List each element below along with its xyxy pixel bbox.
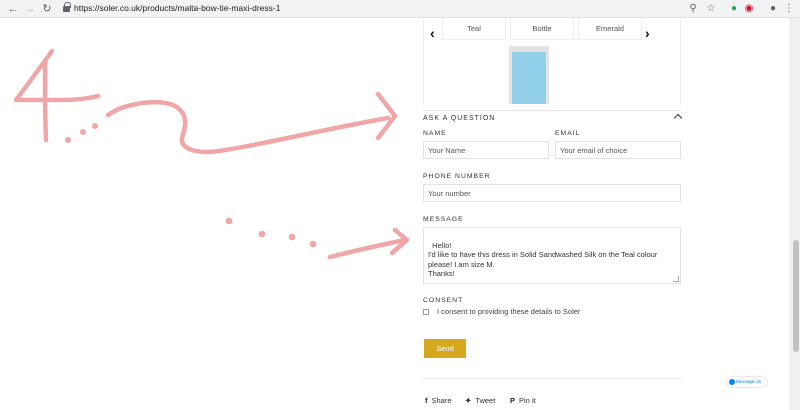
twitter-icon: ✦ bbox=[465, 396, 472, 405]
email-field[interactable] bbox=[555, 141, 681, 159]
message-textarea[interactable]: Hello! I'd like to have this dress in So… bbox=[423, 227, 681, 284]
page-scrollbar[interactable] bbox=[790, 18, 800, 410]
consent-text: I consent to providing these details to … bbox=[437, 307, 581, 316]
menu-icon[interactable]: ⋮ bbox=[782, 2, 796, 16]
name-label: NAME bbox=[423, 130, 447, 137]
share-twitter-link[interactable]: ✦ Tweet bbox=[465, 396, 495, 405]
evernote-extension-icon[interactable]: ● bbox=[727, 2, 741, 16]
lock-icon bbox=[63, 2, 71, 13]
swatch-tab-emerald[interactable]: Emerald bbox=[578, 18, 642, 40]
pin-label: Pin it bbox=[519, 396, 536, 405]
swatch-tab-teal[interactable]: Teal bbox=[442, 18, 506, 40]
colour-carousel: Teal Bottle Emerald ‹ › bbox=[423, 18, 681, 106]
divider bbox=[423, 378, 681, 379]
facebook-icon: f bbox=[425, 396, 428, 405]
chevron-up-icon[interactable] bbox=[673, 113, 683, 123]
tweet-label: Tweet bbox=[475, 396, 496, 405]
scrollbar-thumb[interactable] bbox=[793, 240, 799, 352]
url-text: https://soler.co.uk/products/malta-bow-t… bbox=[74, 3, 281, 13]
reload-icon[interactable]: ↻ bbox=[40, 2, 54, 16]
ask-question-header[interactable]: ASK A QUESTION bbox=[423, 110, 683, 126]
hand-drawn-annotation bbox=[13, 48, 410, 260]
carousel-prev-icon[interactable]: ‹ bbox=[430, 26, 435, 40]
zoom-icon[interactable]: ⚲ bbox=[686, 2, 700, 16]
name-field[interactable] bbox=[423, 141, 549, 159]
consent-label: CONSENT bbox=[423, 297, 464, 304]
share-label: Share bbox=[431, 396, 452, 405]
section-title: ASK A QUESTION bbox=[423, 115, 496, 122]
messenger-label: Message Us bbox=[736, 379, 762, 384]
phone-label: PHONE NUMBER bbox=[423, 173, 491, 180]
carousel-next-icon[interactable]: › bbox=[645, 26, 650, 40]
email-label: EMAIL bbox=[555, 130, 581, 137]
send-button[interactable]: Send bbox=[424, 339, 466, 358]
message-label: MESSAGE bbox=[423, 216, 464, 223]
browser-toolbar: ← → ↻ https://soler.co.uk/products/malta… bbox=[0, 0, 800, 18]
share-facebook-link[interactable]: f Share bbox=[425, 396, 452, 405]
resize-handle-icon[interactable] bbox=[673, 276, 679, 282]
address-bar[interactable]: https://soler.co.uk/products/malta-bow-t… bbox=[58, 2, 721, 16]
share-pinterest-link[interactable]: P Pin it bbox=[510, 396, 536, 405]
fabric-swatch-image[interactable] bbox=[512, 52, 546, 104]
profile-icon[interactable]: ● bbox=[766, 2, 780, 16]
forward-icon[interactable]: → bbox=[23, 2, 37, 16]
consent-checkbox[interactable] bbox=[423, 309, 429, 315]
message-text: Hello! I'd like to have this dress in So… bbox=[428, 240, 658, 279]
back-icon[interactable]: ← bbox=[6, 2, 20, 16]
pinterest-icon: P bbox=[510, 396, 516, 405]
bookmark-star-icon[interactable]: ☆ bbox=[704, 2, 718, 16]
pinterest-extension-icon[interactable]: ◉ bbox=[742, 2, 756, 16]
phone-field[interactable] bbox=[423, 184, 681, 202]
messenger-button[interactable]: Message Us bbox=[727, 377, 767, 387]
messenger-icon bbox=[729, 379, 735, 385]
swatch-tab-bottle[interactable]: Bottle bbox=[510, 18, 574, 40]
